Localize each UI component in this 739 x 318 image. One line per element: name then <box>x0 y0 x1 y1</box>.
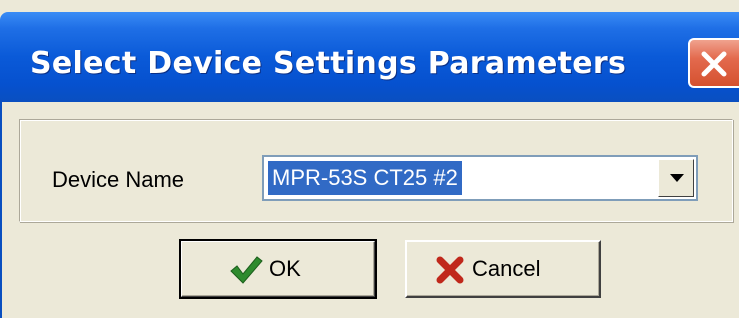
settings-group-box: Device Name MPR-53S CT25 #2 <box>19 119 733 222</box>
ok-button[interactable]: OK <box>179 239 377 299</box>
red-x-icon <box>436 256 464 284</box>
checkmark-icon <box>230 256 263 284</box>
dropdown-button[interactable] <box>658 159 694 197</box>
close-icon <box>701 51 727 77</box>
chevron-down-icon <box>670 174 684 182</box>
cancel-button[interactable]: Cancel <box>405 240 601 298</box>
window-title: Select Device Settings Parameters <box>30 46 627 81</box>
device-name-label: Device Name <box>52 167 185 192</box>
cancel-button-label: Cancel <box>472 256 541 281</box>
device-name-selected-value[interactable]: MPR-53S CT25 #2 <box>268 161 462 195</box>
title-bar[interactable]: Select Device Settings Parameters <box>0 12 739 102</box>
device-name-combobox[interactable]: MPR-53S CT25 #2 <box>262 155 698 201</box>
dialog-window: Select Device Settings Parameters Device… <box>0 0 739 318</box>
close-button[interactable] <box>688 38 739 88</box>
dialog-body: Device Name MPR-53S CT25 #2 OK Cancel <box>0 102 739 318</box>
ok-button-label: OK <box>269 256 301 281</box>
